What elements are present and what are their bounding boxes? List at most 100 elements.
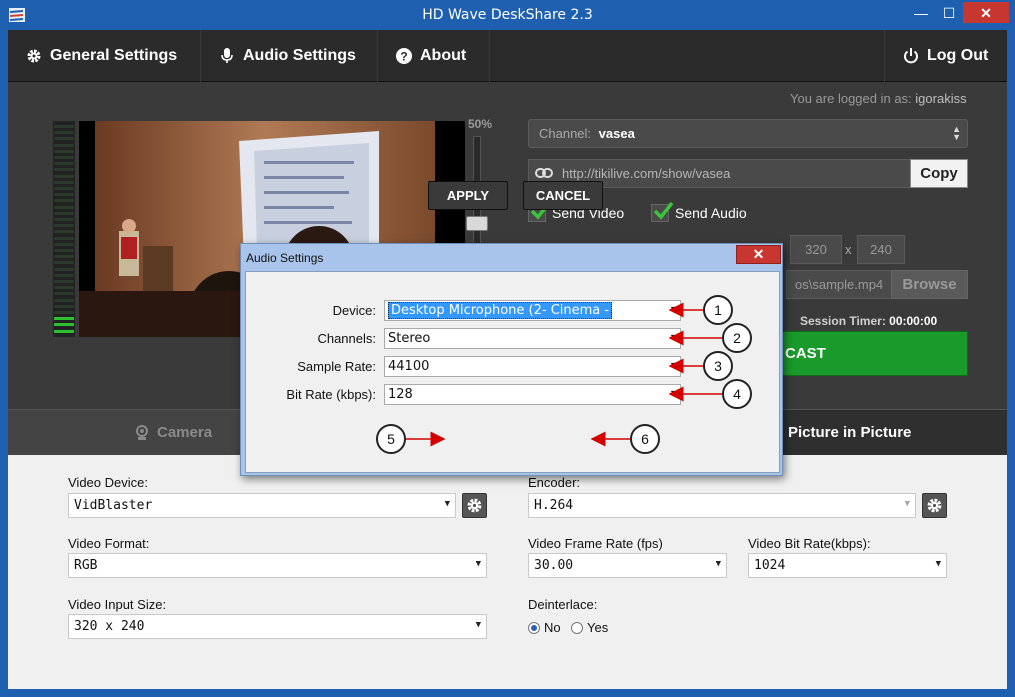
video-input-size-select[interactable]: 320 x 240 ▼ [68,614,487,639]
dropdown-arrow-icon: ▼ [475,620,481,630]
vu-bar [54,143,74,147]
video-format-value: RGB [74,558,98,573]
svg-text:?: ? [400,50,407,64]
session-timer-label: Session Timer: [800,314,886,328]
tab-camera[interactable]: Camera [134,410,212,456]
vu-bar [54,329,74,333]
vu-bar [54,224,74,228]
channels-select[interactable]: Stereo ▼ [384,328,681,349]
vu-bar [54,187,74,190]
apply-button[interactable]: APPLY [428,181,508,210]
radio-dot [571,621,583,634]
channel-name: vasea [598,126,635,141]
vu-bar [54,131,74,135]
video-device-settings-button[interactable] [462,493,487,518]
size-separator: x [845,242,852,257]
vu-bar [54,180,74,184]
vu-bar [54,230,74,234]
dropdown-arrow-icon: ▼ [670,389,677,398]
dialog-title: Audio Settings [246,251,324,265]
vu-bar [54,261,74,265]
video-format-select[interactable]: RGB ▼ [68,553,487,578]
radio-dot [528,621,540,634]
menu-audio-label: Audio Settings [243,47,356,64]
browse-button[interactable]: Browse [891,270,968,299]
cancel-button[interactable]: CANCEL [523,181,603,210]
vu-bar [54,311,74,314]
encoder-settings-button[interactable] [922,493,947,518]
menu-audio-settings[interactable]: Audio Settings [201,30,378,82]
callout-6: 6 [630,424,660,454]
video-device-select[interactable]: VidBlaster ▼ [68,493,456,518]
tab-pip-label: Picture in Picture [788,424,912,441]
callout-2: 2 [722,323,752,353]
channel-select[interactable]: Channel: vasea ▲ ▼ [528,119,968,148]
session-timer: Session Timer: 00:00:00 [800,314,937,328]
copy-button[interactable]: Copy [910,159,968,188]
vu-bar [54,267,74,271]
audio-bit-rate-label: Bit Rate (kbps): [286,387,376,402]
vu-bar [54,205,74,209]
menu-general-label: General Settings [50,47,178,64]
video-input-size-label: Video Input Size: [68,597,167,612]
audio-bit-rate-select[interactable]: 128 ▼ [384,384,681,405]
dialog-body: Device: Desktop Microphone (2- Cinema - … [245,271,780,473]
deinterlace-yes-radio[interactable]: Yes [571,620,608,635]
device-select[interactable]: Desktop Microphone (2- Cinema - ▼ [384,300,681,321]
audio-level-meter [53,121,75,337]
menu-logout-label: Log Out [927,47,989,64]
vu-bar [54,280,74,283]
frame-rate-select[interactable]: 30.00 ▼ [528,553,727,578]
tab-picture-in-picture[interactable]: Picture in Picture [778,410,1007,456]
output-height-input[interactable]: 240 [857,235,905,264]
vu-bar [54,242,74,246]
callout-3: 3 [703,351,733,381]
bit-rate-value: 1024 [754,558,786,573]
login-status-prefix: You are logged in as: [790,91,912,106]
volume-slider-thumb[interactable] [466,216,488,231]
gear-icon [27,49,41,63]
checkmark-icon [653,201,674,220]
vu-bar [54,317,74,321]
encoder-select[interactable]: H.264 ▼ [528,493,916,518]
frame-rate-value: 30.00 [534,558,574,573]
menu-bar: General Settings Audio Settings ? About … [8,30,1007,82]
menu-about[interactable]: ? About [378,30,490,82]
vu-bar [54,162,74,166]
bit-rate-select[interactable]: 1024 ▼ [748,553,947,578]
deinterlace-no-radio[interactable]: No [528,620,561,635]
dropdown-arrow-icon: ▼ [715,559,721,569]
vu-bar [54,168,74,172]
maximize-button[interactable]: ☐ [935,2,963,24]
file-path-input[interactable]: os\sample.mp4 [786,270,892,299]
vu-bar [54,218,74,221]
dialog-close-button[interactable]: ✕ [736,245,781,264]
menu-general-settings[interactable]: General Settings [8,30,201,82]
vu-bar [54,236,74,240]
session-timer-value: 00:00:00 [889,314,938,328]
video-format-label: Video Format: [68,536,150,551]
dropdown-arrow-icon: ▼ [935,559,941,569]
menu-logout[interactable]: Log Out [884,30,1007,82]
bit-rate-label: Video Bit Rate(kbps): [748,536,871,551]
device-label: Device: [332,303,376,318]
minimize-button[interactable]: — [907,2,935,24]
sample-rate-select[interactable]: 44100 ▼ [384,356,681,377]
send-audio-label: Send Audio [675,205,747,221]
vu-bar [54,149,74,153]
close-window-button[interactable]: ✕ [963,2,1009,23]
channel-prefix: Channel: [539,126,592,141]
vu-bar [54,137,74,141]
volume-level: 50% [467,117,493,131]
menu-about-label: About [420,47,467,64]
broadcast-button[interactable]: CAST [770,331,968,376]
deinterlace-no-label: No [544,620,561,635]
help-icon: ? [396,48,412,64]
send-audio-checkbox[interactable]: Send Audio [651,201,747,222]
webcam-icon [136,425,148,440]
vu-bar [54,255,74,259]
audio-bit-rate-value: 128 [388,387,413,402]
vu-bar [54,199,74,203]
vu-bar [54,286,74,290]
output-width-input[interactable]: 320 [790,235,842,264]
